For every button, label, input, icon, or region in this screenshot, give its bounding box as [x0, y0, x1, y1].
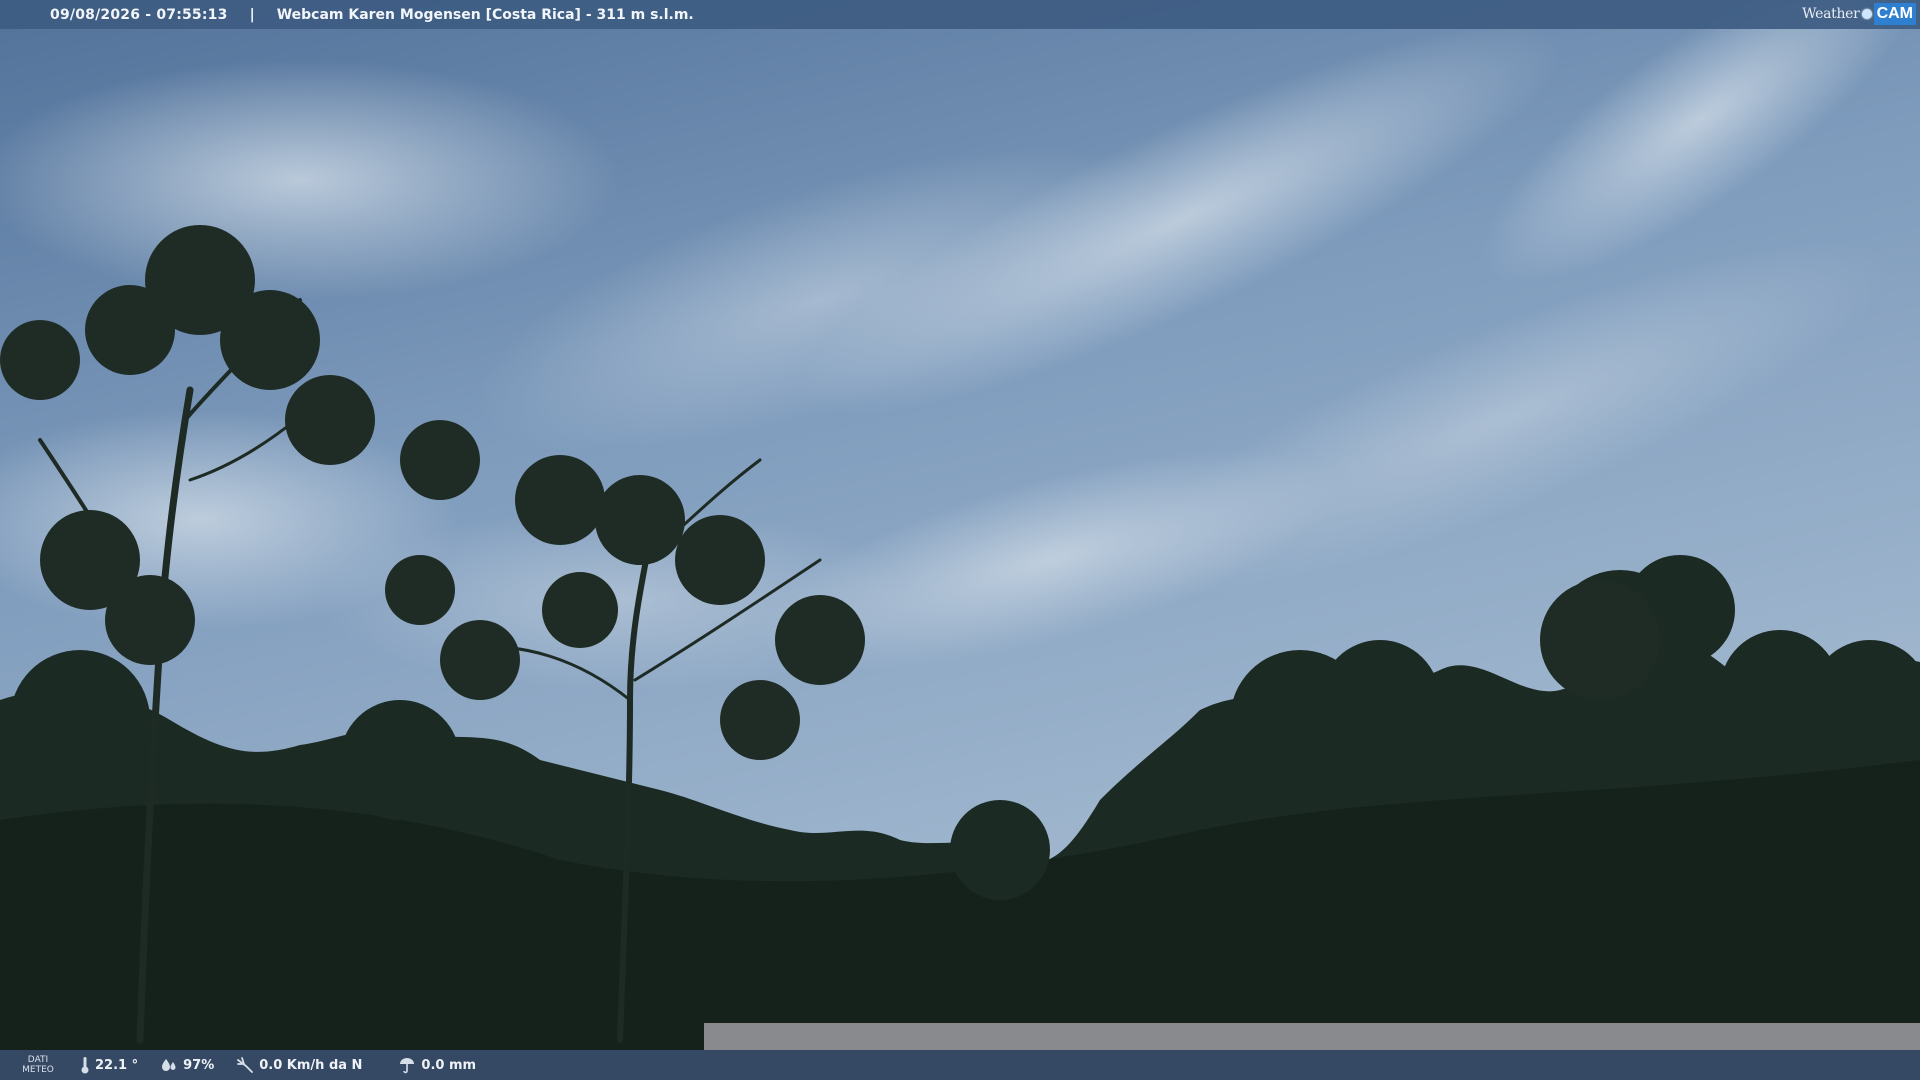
header-separator: |: [249, 6, 255, 23]
rain-icon: [400, 1058, 415, 1074]
header-bar: 09/08/2026 - 07:55:13 | Webcam Karen Mog…: [0, 0, 1920, 29]
temperature-value: 22.1 °: [95, 1057, 139, 1073]
wind-value: 0.0 Km/h da N: [259, 1057, 363, 1073]
humidity-icon: [162, 1059, 176, 1071]
logo-weather-text: Weather: [1802, 6, 1860, 22]
humidity-metric: 97%: [160, 1057, 214, 1073]
wind-metric: 0.0 Km/h da N: [236, 1056, 362, 1074]
rain-metric: 0.0 mm: [398, 1056, 476, 1074]
logo-cam-text: CAM: [1873, 3, 1916, 25]
logo-globe-icon: [1861, 9, 1872, 19]
humidity-value: 97%: [183, 1057, 215, 1073]
weather-data-bar: DATI METEO 22.1 ° 97% 0.0 Km/h da N 0.0 …: [0, 1050, 1920, 1080]
thermometer-icon: [81, 1057, 89, 1074]
webcam-image: [0, 0, 1920, 1080]
webcam-title: Webcam Karen Mogensen [Costa Rica] - 311…: [276, 6, 694, 23]
temperature-metric: 22.1 °: [80, 1056, 138, 1074]
datetime: 09/08/2026 - 07:55:13: [50, 6, 228, 23]
weathercam-logo[interactable]: Weather CAM: [1802, 3, 1916, 25]
dati-meteo-label: DATI METEO: [22, 1055, 54, 1075]
progress-strip: [704, 1023, 1920, 1050]
rain-value: 0.0 mm: [421, 1057, 477, 1073]
wind-icon: [237, 1057, 254, 1073]
